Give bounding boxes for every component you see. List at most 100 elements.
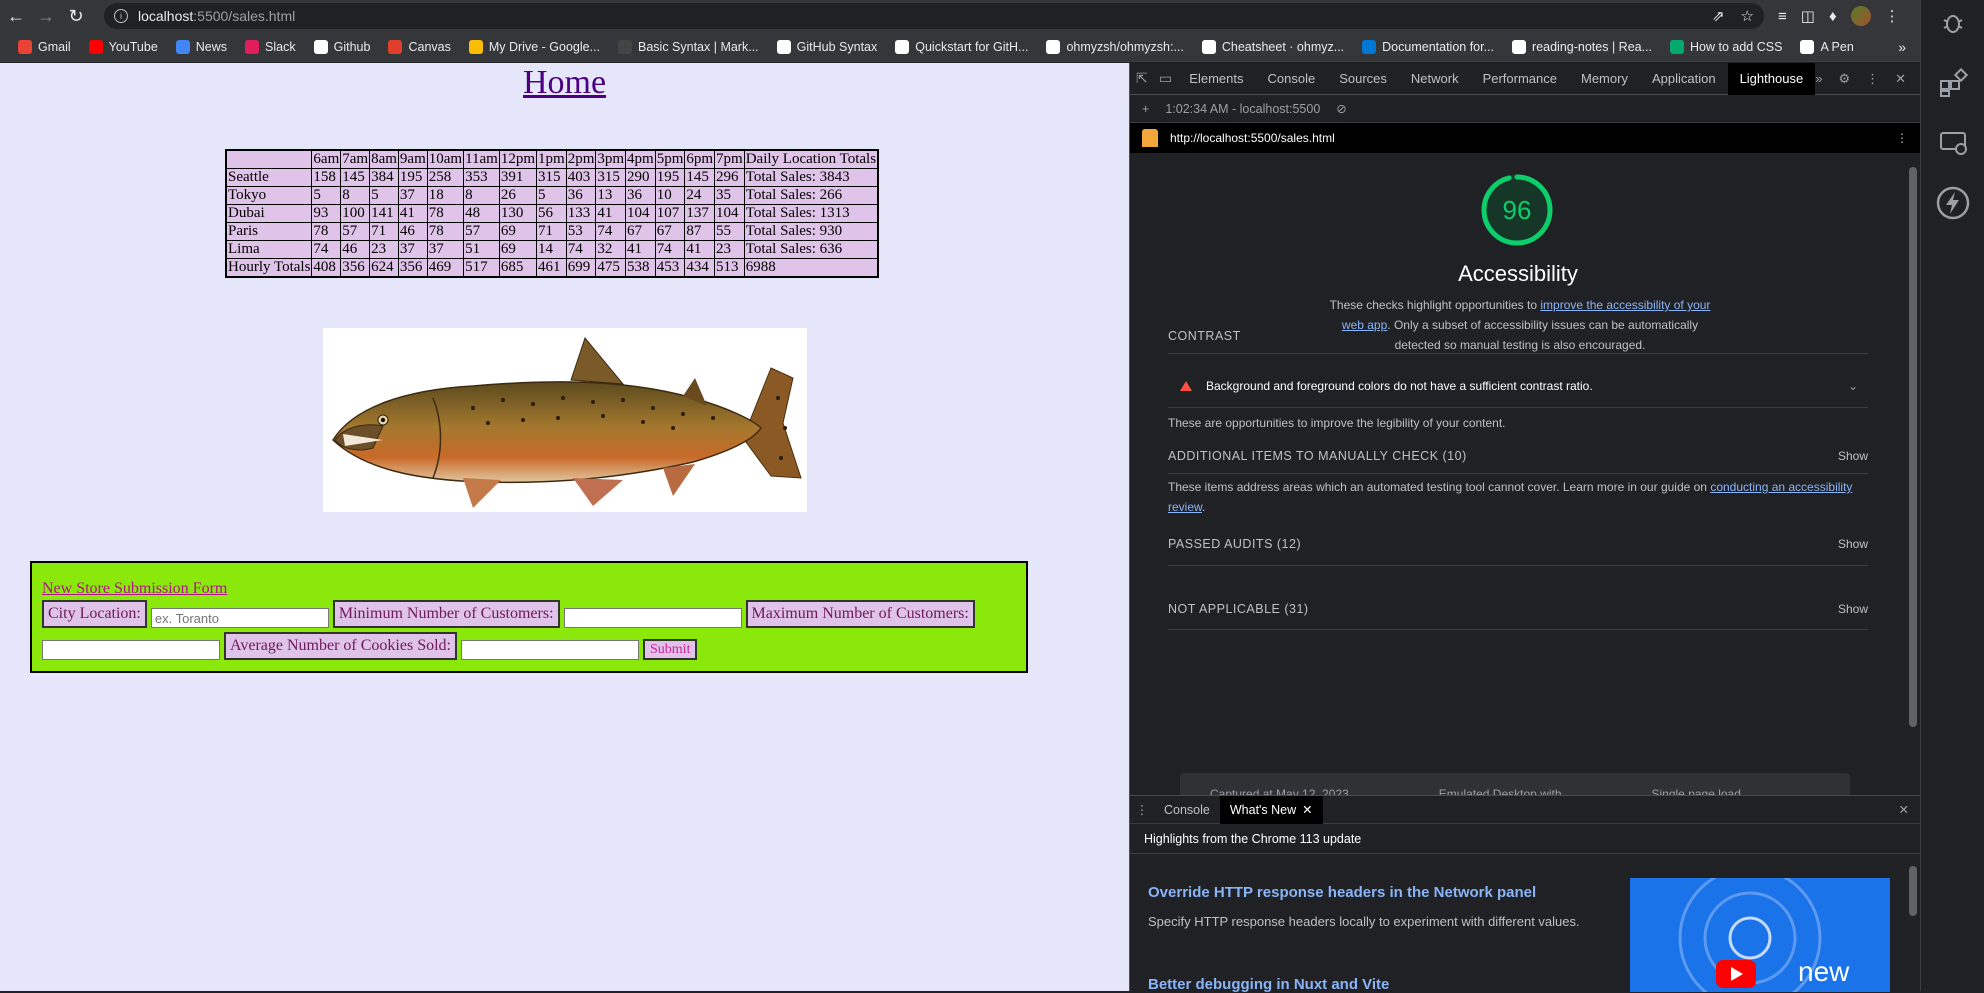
new-report-icon[interactable]: + — [1142, 102, 1149, 116]
devtools-tab-application[interactable]: Application — [1640, 63, 1728, 95]
city-location-label: City Location: — [42, 600, 147, 628]
bookmarks-overflow-icon[interactable]: » — [1898, 39, 1906, 55]
clear-reports-icon[interactable]: ⊘ — [1336, 101, 1346, 116]
table-header-cell — [225, 149, 313, 169]
report-selector[interactable]: 1:02:34 AM - localhost:5500 — [1165, 102, 1320, 116]
bookmark-item[interactable]: ohmyzsh/ohmyzsh:... — [1038, 35, 1191, 59]
bookmark-item[interactable]: How to add CSS — [1662, 35, 1790, 59]
reload-icon[interactable]: ↻ — [62, 2, 90, 30]
bookmark-label: Canvas — [408, 39, 451, 54]
not-applicable-heading[interactable]: NOT APPLICABLE (31) Show — [1168, 602, 1868, 616]
table-cell: 475 — [595, 258, 627, 278]
table-cell: 290 — [625, 168, 656, 187]
devtools-tab-network[interactable]: Network — [1399, 63, 1471, 95]
table-cell: 53 — [565, 222, 597, 241]
table-header-cell: 10am — [426, 149, 465, 169]
submit-button[interactable]: Submit — [643, 639, 698, 660]
table-cell: 32 — [595, 240, 627, 259]
bookmark-item[interactable]: News — [168, 35, 235, 59]
bookmark-item[interactable]: reading-notes | Rea... — [1504, 35, 1660, 59]
bookmark-item[interactable]: A Pen — [1792, 35, 1861, 59]
table-cell: 408 — [311, 258, 342, 278]
sales-table: 6am 7am 8am 9am 10am 11am 12pm 1pm 2pm 3pm 4pm 5pm 6… — [225, 149, 880, 278]
devtools-tab-memory[interactable]: Memory — [1569, 63, 1640, 95]
table-cell: 67 — [625, 222, 656, 241]
show-manual-button[interactable]: Show — [1838, 449, 1868, 463]
devtools-tab-lighthouse[interactable]: Lighthouse — [1727, 62, 1816, 95]
table-cell: Total Sales: 636 — [743, 240, 879, 259]
passed-audits-heading[interactable]: PASSED AUDITS (12) Show — [1168, 537, 1868, 551]
debug-icon[interactable] — [1936, 6, 1970, 40]
drawer-tab[interactable]: Console — [1154, 796, 1220, 824]
close-tab-icon[interactable]: ✕ — [1302, 803, 1312, 817]
table-row: Dubai 93 100 141 41 78 48 130 56 133 41 104 107 137 10… — [225, 204, 879, 223]
avg-cookies-input[interactable] — [461, 640, 639, 660]
back-icon[interactable]: ← — [2, 2, 30, 30]
devtools-tab-elements[interactable]: Elements — [1177, 63, 1255, 95]
settings-gear-icon[interactable]: ⚙ — [1838, 71, 1850, 87]
whats-new-heading-2[interactable]: Better debugging in Nuxt and Vite — [1148, 976, 1389, 993]
side-panel-icon[interactable]: ◫ — [1801, 7, 1815, 25]
devtools-menu-icon[interactable]: ⋮ — [1866, 71, 1879, 87]
more-tabs-icon[interactable]: » — [1815, 71, 1822, 87]
close-devtools-icon[interactable]: ✕ — [1895, 71, 1906, 87]
show-na-button[interactable]: Show — [1838, 602, 1868, 616]
bookmark-item[interactable]: Canvas — [380, 35, 458, 59]
reading-list-icon[interactable]: ≡ — [1778, 8, 1787, 25]
share-icon[interactable]: ⇗ — [1712, 7, 1725, 25]
table-cell: 315 — [536, 168, 567, 187]
table-cell: 57 — [463, 222, 500, 241]
drawer-scrollbar[interactable] — [1906, 854, 1920, 992]
table-cell: 41 — [684, 240, 716, 259]
min-customers-input[interactable] — [563, 608, 742, 628]
extensions-icon[interactable]: ♦ — [1829, 8, 1837, 25]
bookmarks-bar: Gmail YouTube News Slack Github Canvas My Driv… — [0, 32, 1920, 62]
remote-display-icon[interactable] — [1936, 126, 1970, 160]
close-drawer-icon[interactable]: ✕ — [1899, 802, 1909, 817]
bookmark-item[interactable]: GitHub Syntax — [769, 35, 886, 59]
bookmark-label: Quickstart for GitH... — [915, 39, 1029, 54]
bookmark-item[interactable]: Documentation for... — [1354, 35, 1502, 59]
bookmark-star-icon[interactable]: ☆ — [1741, 7, 1754, 25]
drawer-menu-icon[interactable]: ⋮ — [1130, 802, 1154, 817]
bookmark-item[interactable]: Quickstart for GitH... — [887, 35, 1036, 59]
chevron-down-icon[interactable]: ⌄ — [1848, 379, 1858, 393]
show-passed-button[interactable]: Show — [1838, 537, 1868, 551]
table-header-cell: 9am — [397, 149, 428, 169]
min-customers-label: Minimum Number of Customers: — [332, 600, 560, 628]
whats-new-video-thumbnail[interactable]: new — [1630, 878, 1890, 992]
site-info-icon[interactable]: i — [114, 9, 128, 23]
lightning-icon[interactable] — [1936, 186, 1970, 220]
report-scrollbar[interactable] — [1906, 153, 1920, 795]
address-bar[interactable]: i localhost:5500/sales.html ⇗ ☆ — [104, 3, 1764, 29]
extensions-grid-icon[interactable] — [1936, 66, 1970, 100]
city-location-input[interactable] — [150, 608, 329, 628]
table-cell: 10 — [654, 186, 686, 205]
bookmark-item[interactable]: Cheatsheet · ohmyz... — [1194, 35, 1352, 59]
chrome-menu-icon[interactable]: ⋮ — [1885, 7, 1900, 25]
manual-check-heading[interactable]: ADDITIONAL ITEMS TO MANUALLY CHECK (10) S… — [1168, 449, 1868, 463]
devtools-tab-performance[interactable]: Performance — [1471, 63, 1569, 95]
forward-icon[interactable]: → — [32, 2, 60, 30]
bookmark-item[interactable]: Gmail — [10, 35, 79, 59]
bookmark-item[interactable]: Slack — [237, 35, 304, 59]
devtools-tab-sources[interactable]: Sources — [1327, 63, 1399, 95]
bookmark-item[interactable]: My Drive - Google... — [461, 35, 608, 59]
page-viewport: Home 6am 7am 8am 9am 10am 11am 12pm 1pm 2pm 3pm 4p… — [0, 63, 1129, 991]
max-customers-input[interactable] — [42, 640, 220, 660]
bookmark-favicon-icon — [18, 39, 32, 54]
contrast-audit-row[interactable]: Background and foreground colors do not … — [1168, 365, 1868, 407]
table-cell: 195 — [654, 168, 686, 187]
bookmark-item[interactable]: YouTube — [81, 35, 166, 59]
whats-new-heading-1[interactable]: Override HTTP response headers in the Ne… — [1148, 884, 1536, 901]
report-menu-icon[interactable]: ⋮ — [1896, 131, 1908, 145]
bookmark-item[interactable]: Basic Syntax | Mark... — [610, 35, 767, 59]
inspect-element-icon[interactable]: ⇱ — [1130, 70, 1154, 87]
home-link[interactable]: Home — [0, 63, 1129, 103]
drawer-tab[interactable]: What's New ✕ — [1219, 795, 1323, 824]
profile-avatar[interactable] — [1850, 6, 1871, 26]
device-toolbar-icon[interactable]: ▭ — [1154, 70, 1178, 87]
table-cell: 384 — [369, 168, 399, 187]
bookmark-item[interactable]: Github — [306, 35, 379, 59]
devtools-tab-console[interactable]: Console — [1255, 63, 1327, 95]
